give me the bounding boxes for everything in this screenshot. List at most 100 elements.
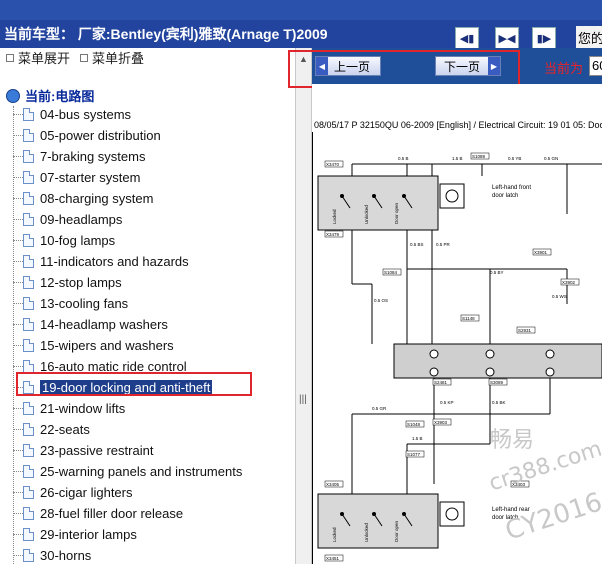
document-icon bbox=[23, 129, 34, 142]
collapse-menu-button[interactable]: 菜单折叠 bbox=[80, 48, 144, 67]
connector-tag-label: X3903 bbox=[434, 420, 448, 425]
wire-label: 0.5 OS bbox=[374, 298, 388, 303]
wire-label: 1.5 B bbox=[412, 436, 423, 441]
tree-connector bbox=[13, 345, 23, 346]
menu-toolbar: 菜单展开 菜单折叠 bbox=[0, 48, 296, 66]
tree-item-label: 04-bus systems bbox=[40, 107, 132, 122]
tree-item[interactable]: 10-fog lamps bbox=[13, 230, 115, 251]
splitter-grip-icon[interactable]: ||| bbox=[299, 394, 307, 405]
switch-labels: Locked Locked Unlocked Unlocked Door open Doo… bbox=[332, 202, 399, 542]
tree-connector bbox=[13, 135, 23, 136]
expand-menu-button[interactable]: 菜单展开 bbox=[6, 48, 70, 67]
next-page-label: 下一页 bbox=[444, 59, 481, 74]
tree-item-label: 14-headlamp washers bbox=[40, 317, 168, 332]
tree-item-label: 13-cooling fans bbox=[40, 296, 129, 311]
tree-item-label: 23-passive restraint bbox=[40, 443, 154, 458]
tree-connector bbox=[13, 555, 23, 556]
tree-item[interactable]: 25-warning panels and instruments bbox=[13, 461, 242, 482]
tree-item[interactable]: 29-interior lamps bbox=[13, 524, 137, 545]
connector-tag-label: X3405 bbox=[326, 482, 340, 487]
front-latch-motor bbox=[439, 183, 465, 209]
tree-item[interactable]: 05-power distribution bbox=[13, 125, 161, 146]
tree-item-label: 19-door locking and anti-theft bbox=[40, 380, 213, 395]
tree-item[interactable]: 30-horns bbox=[13, 545, 91, 564]
tree-item-label: 30-horns bbox=[40, 548, 92, 563]
connector-tag-label: S3089 bbox=[490, 380, 504, 385]
tree-item[interactable]: 22-seats bbox=[13, 419, 90, 440]
tree-connector bbox=[13, 282, 23, 283]
tree-connector bbox=[13, 513, 23, 514]
tree-item[interactable]: 21-window lifts bbox=[13, 398, 125, 419]
connector-tag-label: X3470 bbox=[326, 162, 340, 167]
tree-item[interactable]: 11-indicators and hazards bbox=[13, 251, 189, 272]
connector-tag-label: S2931 bbox=[518, 328, 532, 333]
document-icon bbox=[23, 465, 34, 478]
wire-label: 1.5 B bbox=[452, 156, 463, 161]
first-page-icon[interactable]: ◀▮ bbox=[455, 27, 479, 49]
front-latch-label-1: Left-hand front bbox=[492, 185, 531, 191]
tree-item[interactable]: 04-bus systems bbox=[13, 104, 131, 125]
wiring-diagram-view: 08/05/17 P 32150QU 06-2009 [English] / E… bbox=[312, 84, 602, 564]
tree-connector bbox=[13, 303, 23, 304]
wire-label: 0.5 BK bbox=[492, 400, 506, 405]
front-switch-label: Locked bbox=[332, 209, 337, 224]
document-icon bbox=[23, 213, 34, 226]
document-icon bbox=[23, 360, 34, 373]
previous-page-label: 上一页 bbox=[334, 59, 371, 74]
tree-item[interactable]: 13-cooling fans bbox=[13, 293, 128, 314]
title-bar: 当前车型： 厂家:Bentley(宾利)雅致(Arnage T)2009 ◀▮ … bbox=[0, 0, 602, 49]
wire-label: 0.5 WS bbox=[552, 294, 567, 299]
tree-item[interactable]: 28-fuel filler door release bbox=[13, 503, 183, 524]
connector-tag-label: S2481 bbox=[434, 380, 448, 385]
connector-tag-label: X3479 bbox=[326, 232, 340, 237]
tree-item[interactable]: 15-wipers and washers bbox=[13, 335, 174, 356]
tree-item[interactable]: 7-braking systems bbox=[13, 146, 145, 167]
tree-item[interactable]: 14-headlamp washers bbox=[13, 314, 168, 335]
vehicle-model-title: 当前车型： 厂家:Bentley(宾利)雅致(Arnage T)2009 bbox=[4, 26, 328, 42]
window-top-strip bbox=[0, 0, 602, 20]
tree-item-label: 09-headlamps bbox=[40, 212, 123, 227]
previous-page-button[interactable]: ◀ 上一页 bbox=[315, 56, 381, 76]
connector-tag-label: X3451 bbox=[326, 556, 340, 561]
last-page-icon[interactable]: ▮▶ bbox=[532, 27, 556, 49]
tree-item[interactable]: 26-cigar lighters bbox=[13, 482, 133, 503]
rear-latch-label-1: Left-hand rear bbox=[492, 507, 530, 513]
tree-item[interactable]: 08-charging system bbox=[13, 188, 153, 209]
tree-item[interactable]: 19-door locking and anti-theft bbox=[13, 377, 213, 398]
tree-item[interactable]: 07-starter system bbox=[13, 167, 140, 188]
tree-item[interactable]: 16-auto matic ride control bbox=[13, 356, 187, 377]
tree-item-label: 25-warning panels and instruments bbox=[40, 464, 243, 479]
tree-item-label: 7-braking systems bbox=[40, 149, 146, 164]
wire-label: 0.5 GN bbox=[544, 156, 558, 161]
document-icon bbox=[23, 276, 34, 289]
next-page-button[interactable]: 下一页 ▶ bbox=[435, 56, 501, 76]
tree-connector bbox=[13, 387, 23, 388]
front-latch-label-2: door latch bbox=[492, 193, 518, 199]
connector-tag-label: X3902 bbox=[562, 280, 576, 285]
connector-tag-label: S1148 bbox=[462, 316, 475, 321]
tree-item[interactable]: 23-passive restraint bbox=[13, 440, 153, 461]
tree-root[interactable]: 当前:电路图 bbox=[6, 86, 94, 105]
front-switch-label: Unlocked bbox=[364, 205, 369, 224]
tree-item-label: 26-cigar lighters bbox=[40, 485, 133, 500]
connector-tag-label: S1077 bbox=[407, 452, 421, 457]
tree-connector bbox=[13, 240, 23, 241]
tree-connector bbox=[13, 366, 23, 367]
tree-item-label: 21-window lifts bbox=[40, 401, 126, 416]
current-page-input[interactable]: 60 bbox=[589, 56, 602, 76]
scroll-up-arrow-icon[interactable]: ▲ bbox=[299, 54, 308, 64]
pane-splitter[interactable]: ▲ ||| bbox=[295, 48, 312, 564]
expand-menu-label: 菜单展开 bbox=[18, 51, 71, 66]
wire-label: 0.5 PR bbox=[436, 242, 451, 247]
tree-root-label: 当前:电路图 bbox=[25, 89, 95, 104]
document-icon bbox=[23, 444, 34, 457]
left-arrow-icon: ◀ bbox=[316, 57, 328, 75]
tree-item[interactable]: 09-headlamps bbox=[13, 209, 122, 230]
right-arrow-icon: ▶ bbox=[488, 57, 500, 75]
tree-connector bbox=[13, 219, 23, 220]
tree-connector bbox=[13, 324, 23, 325]
tree-item[interactable]: 12-stop lamps bbox=[13, 272, 122, 293]
document-icon bbox=[23, 486, 34, 499]
fit-page-icon[interactable]: ▶◀ bbox=[495, 27, 519, 49]
tree-connector bbox=[13, 261, 23, 262]
